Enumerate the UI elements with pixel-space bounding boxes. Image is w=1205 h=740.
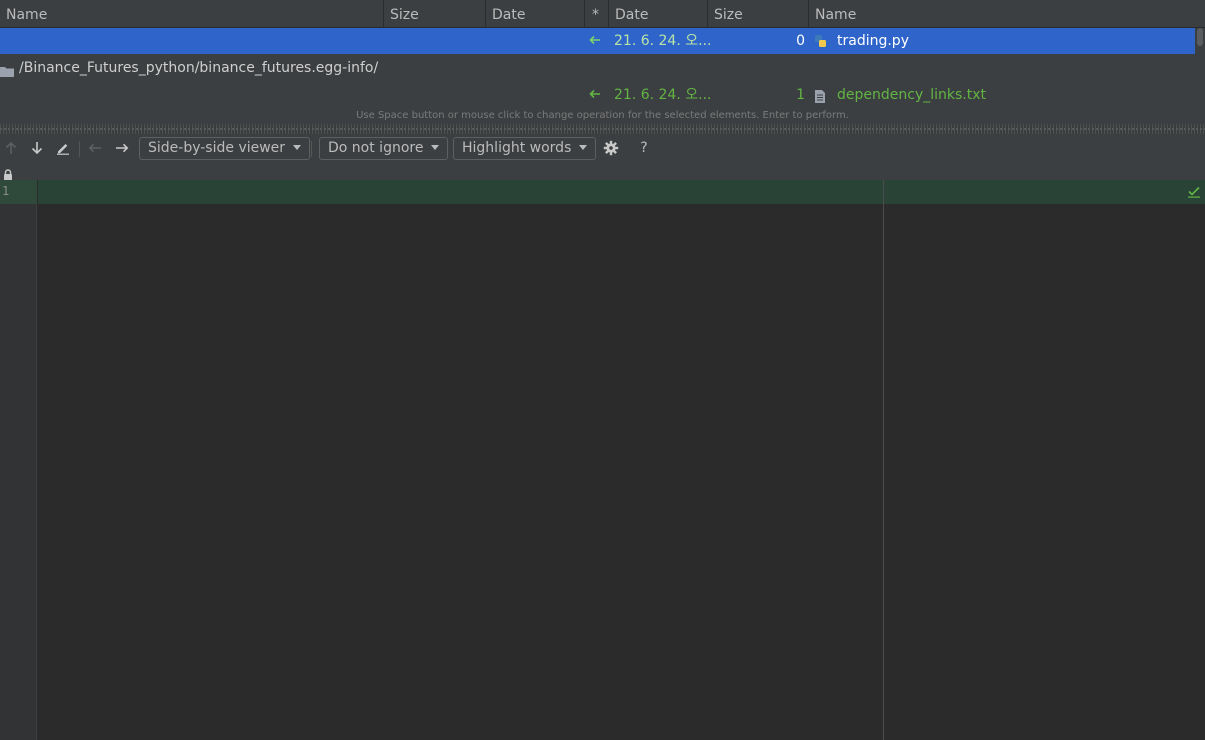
right-margin-guide bbox=[883, 180, 884, 740]
table-row[interactable]: 21. 6. 24. 오... 1 dependency_links.txt bbox=[0, 82, 1195, 108]
diff-editor[interactable]: 1 bbox=[0, 180, 1205, 740]
right-date: 21. 6. 24. 오... bbox=[614, 87, 712, 103]
right-size: 0 bbox=[796, 33, 805, 49]
viewer-mode-label: Side-by-side viewer bbox=[148, 140, 286, 156]
settings-gear-icon[interactable] bbox=[600, 137, 622, 159]
ignore-label: Do not ignore bbox=[328, 140, 424, 156]
line-number: 1 bbox=[2, 184, 10, 198]
vertical-scrollbar[interactable] bbox=[1195, 28, 1205, 106]
diff-toolbar: Side-by-side viewer Do not ignore Highli… bbox=[0, 134, 1205, 164]
toolbar-separator bbox=[311, 141, 312, 157]
right-date: 21. 6. 24. 오... bbox=[614, 33, 712, 49]
header-left-name[interactable]: Name bbox=[0, 0, 384, 28]
chevron-down-icon bbox=[579, 145, 588, 150]
highlight-label: Highlight words bbox=[462, 140, 572, 156]
folder-icon bbox=[0, 61, 14, 77]
previous-file-icon[interactable] bbox=[84, 137, 106, 159]
next-file-icon[interactable] bbox=[111, 137, 133, 159]
viewer-mode-dropdown[interactable]: Side-by-side viewer bbox=[139, 137, 311, 160]
previous-difference-icon[interactable] bbox=[0, 137, 22, 159]
highlight-mode-dropdown[interactable]: Highlight words bbox=[453, 137, 597, 160]
operation-hint: Use Space button or mouse click to chang… bbox=[0, 108, 1205, 124]
text-file-icon bbox=[814, 87, 826, 103]
header-operation[interactable]: * bbox=[585, 0, 609, 28]
right-file-name: dependency_links.txt bbox=[837, 87, 986, 103]
table-row[interactable]: 21. 6. 24. 오... 0 trading.py bbox=[0, 28, 1195, 54]
edit-source-icon[interactable] bbox=[52, 137, 74, 159]
scrollbar-thumb[interactable] bbox=[1197, 28, 1203, 46]
copy-left-arrow-icon[interactable] bbox=[589, 28, 601, 54]
editor-header bbox=[0, 164, 1205, 181]
panel-splitter[interactable] bbox=[0, 124, 1205, 134]
help-button[interactable]: ? bbox=[636, 137, 652, 159]
chevron-down-icon bbox=[293, 145, 302, 150]
header-right-name[interactable]: Name bbox=[809, 0, 1205, 28]
header-right-size[interactable]: Size bbox=[708, 0, 809, 28]
no-problems-check-icon bbox=[1187, 184, 1201, 203]
python-file-icon bbox=[814, 33, 828, 49]
header-right-date[interactable]: Date bbox=[609, 0, 708, 28]
header-left-date[interactable]: Date bbox=[486, 0, 585, 28]
folder-path: /Binance_Futures_python/binance_futures.… bbox=[19, 60, 379, 76]
right-file-name: trading.py bbox=[837, 33, 909, 49]
next-difference-icon[interactable] bbox=[26, 137, 48, 159]
added-line-highlight bbox=[38, 180, 1205, 204]
comparison-table: Name Size Date * Date Size Name 21. 6. 2… bbox=[0, 0, 1205, 108]
diff-window: Name Size Date * Date Size Name 21. 6. 2… bbox=[0, 0, 1205, 740]
ignore-whitespace-dropdown[interactable]: Do not ignore bbox=[319, 137, 449, 160]
header-left-size[interactable]: Size bbox=[384, 0, 486, 28]
table-row[interactable]: /Binance_Futures_python/binance_futures.… bbox=[0, 55, 1195, 81]
chevron-down-icon bbox=[431, 145, 440, 150]
copy-left-arrow-icon[interactable] bbox=[589, 82, 601, 108]
line-gutter: 1 bbox=[0, 180, 37, 740]
toolbar-separator bbox=[79, 141, 80, 157]
table-header: Name Size Date * Date Size Name bbox=[0, 0, 1205, 28]
right-size: 1 bbox=[796, 87, 805, 103]
